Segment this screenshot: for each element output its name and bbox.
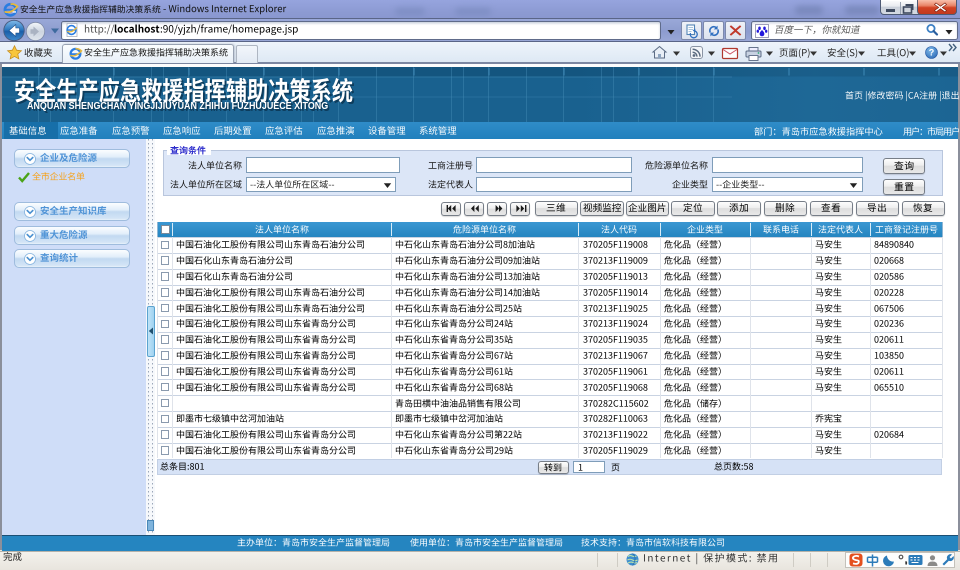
svg-text:?: ? [929,48,935,58]
